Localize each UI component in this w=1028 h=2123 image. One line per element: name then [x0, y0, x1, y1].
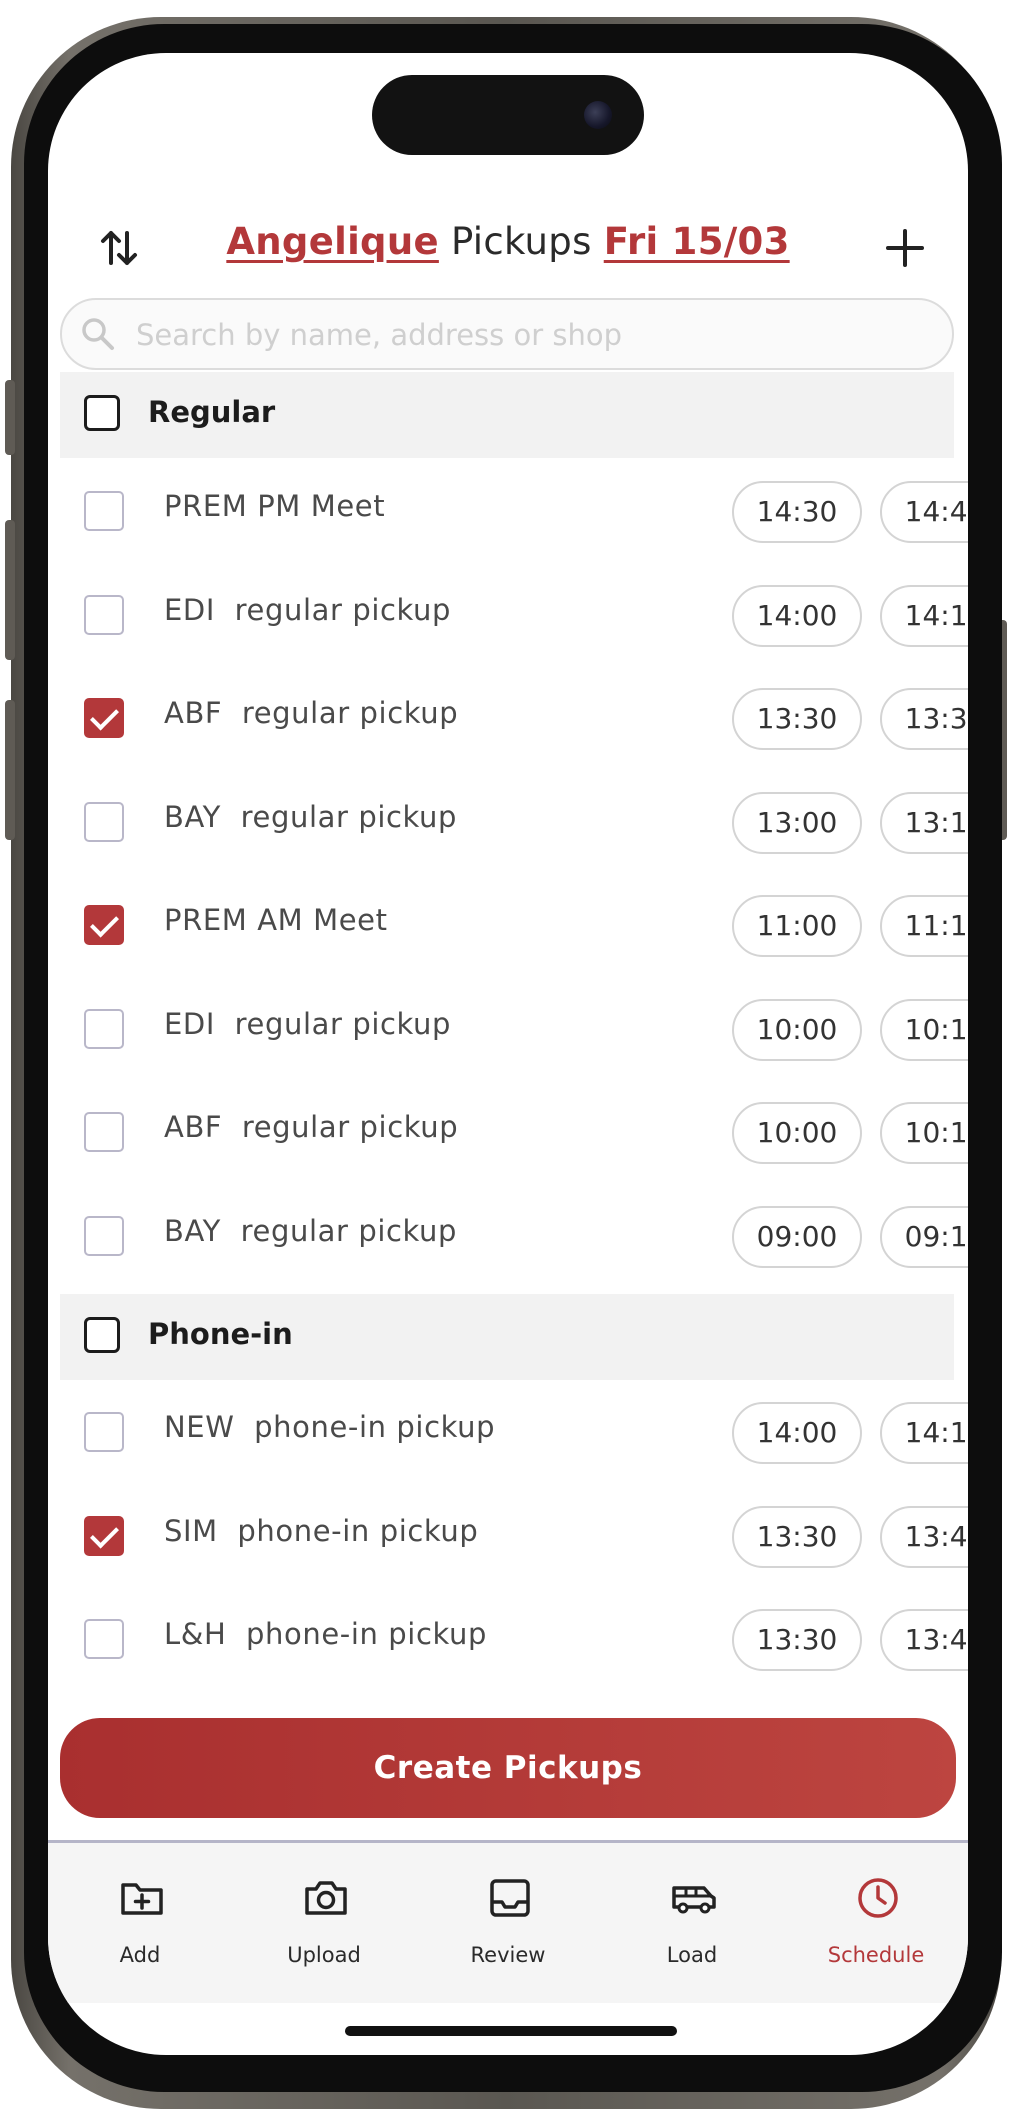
pickup-checkbox[interactable] [84, 1412, 124, 1452]
pickup-row[interactable]: SIM phone-in pickup 13:30 13:45 [60, 1484, 968, 1588]
pickup-label: EDI regular pickup [164, 1006, 452, 1041]
start-time-button[interactable]: 13:00 [732, 791, 862, 854]
pickup-checkbox[interactable] [84, 1215, 124, 1256]
pickup-checkbox[interactable] [84, 698, 124, 738]
end-time-button[interactable]: 13:45 [880, 1609, 968, 1671]
tab-label: Upload [287, 1943, 361, 1967]
camera-lens [584, 101, 612, 129]
tab-load[interactable]: Load [600, 1843, 784, 2003]
volume-down-button [5, 700, 15, 840]
pickup-checkbox[interactable] [84, 491, 124, 531]
pickup-checkbox[interactable] [84, 1112, 124, 1152]
pickup-row[interactable]: ABF regular pickup 13:30 13:30 [60, 666, 968, 770]
pickup-label: NEW phone-in pickup [164, 1410, 496, 1444]
pickup-label: EDI regular pickup [164, 592, 452, 627]
pickup-row[interactable]: BAY regular pickup 13:00 13:15 [60, 770, 968, 874]
create-pickups-button[interactable]: Create Pickups [60, 1718, 956, 1818]
tab-label: Schedule [827, 1943, 925, 1967]
start-time-button[interactable]: 14:30 [732, 481, 862, 543]
pickup-row[interactable]: BAY regular pickup 09:00 09:15 [60, 1184, 968, 1288]
start-time-button[interactable]: 13:30 [732, 688, 862, 750]
bottom-tab-bar: Add Upload Review Load Schedule [48, 1840, 968, 2003]
start-time-button[interactable]: 13:30 [732, 1505, 862, 1568]
pickup-checkbox[interactable] [84, 1619, 124, 1659]
tab-label: Load [666, 1943, 718, 1967]
pickup-row[interactable]: L&H phone-in pickup 13:30 13:45 [60, 1587, 968, 1691]
pickup-label: SIM phone-in pickup [164, 1513, 479, 1548]
end-time-button[interactable]: 13:15 [880, 791, 968, 854]
pickup-checkbox[interactable] [84, 594, 124, 635]
start-time-button[interactable]: 14:00 [732, 584, 862, 647]
home-indicator[interactable] [345, 2026, 677, 2036]
end-time-button[interactable]: 13:30 [880, 688, 968, 750]
clock-icon [858, 1878, 898, 1918]
pickup-label: L&H phone-in pickup [164, 1617, 487, 1651]
pickup-row[interactable]: NEW phone-in pickup 14:00 14:15 [60, 1380, 968, 1484]
pickup-row[interactable]: EDI regular pickup 14:00 14:15 [60, 563, 968, 667]
end-time-button[interactable]: 14:15 [880, 584, 968, 647]
volume-up-button [5, 520, 15, 660]
pickup-checkbox[interactable] [84, 905, 124, 945]
pickup-row[interactable]: PREM PM Meet 14:30 14:40 [60, 459, 968, 563]
app-screen: Angelique Pickups Fri 15/03 Regular PREM… [48, 53, 968, 2055]
pickup-label: BAY regular pickup [164, 799, 458, 834]
search-icon [82, 318, 114, 350]
inbox-icon [490, 1879, 530, 1917]
end-time-button[interactable]: 09:15 [880, 1205, 968, 1268]
end-time-button[interactable]: 14:40 [880, 481, 968, 543]
action-button [5, 380, 15, 455]
tab-upload[interactable]: Upload [232, 1843, 416, 2003]
start-time-button[interactable]: 10:00 [732, 1102, 862, 1164]
tab-label: Add [119, 1943, 161, 1967]
pickup-label: ABF regular pickup [164, 696, 459, 730]
end-time-button[interactable]: 10:15 [880, 998, 968, 1061]
camera-icon [305, 1881, 347, 1915]
end-time-button[interactable]: 10:15 [880, 1102, 968, 1164]
pickup-row[interactable]: EDI regular pickup 10:00 10:15 [60, 977, 968, 1081]
search-bar[interactable] [60, 298, 954, 370]
section-label: Regular [148, 395, 276, 429]
search-input[interactable] [134, 310, 918, 360]
tab-add[interactable]: Add [48, 1843, 232, 2003]
pickup-checkbox[interactable] [84, 801, 124, 842]
device-stage: Angelique Pickups Fri 15/03 Regular PREM… [0, 0, 1028, 2123]
tab-review[interactable]: Review [416, 1843, 600, 2003]
driver-name-link[interactable]: Angelique [226, 220, 439, 263]
start-time-button[interactable]: 10:00 [732, 998, 862, 1061]
section-header-regular: Regular [60, 372, 954, 458]
pickup-label: PREM PM Meet [164, 489, 386, 523]
van-icon [672, 1886, 716, 1914]
pickup-checkbox[interactable] [84, 1515, 124, 1556]
pickup-label: BAY regular pickup [164, 1213, 458, 1248]
section-checkbox-phone-in[interactable] [84, 1317, 120, 1353]
pickup-checkbox[interactable] [84, 1008, 124, 1049]
pickup-label: ABF regular pickup [164, 1110, 459, 1144]
tab-label: Review [470, 1943, 546, 1967]
pickup-row[interactable]: ABF regular pickup 10:00 10:15 [60, 1080, 968, 1184]
start-time-button[interactable]: 11:00 [732, 895, 862, 957]
section-header-phone-in: Phone-in [60, 1294, 954, 1380]
tab-schedule[interactable]: Schedule [784, 1843, 968, 2003]
start-time-button[interactable]: 14:00 [732, 1402, 862, 1464]
page-title: Angelique Pickups Fri 15/03 [48, 220, 968, 263]
end-time-button[interactable]: 13:45 [880, 1505, 968, 1568]
section-checkbox-regular[interactable] [84, 395, 120, 431]
end-time-button[interactable]: 11:10 [880, 895, 968, 957]
plus-icon[interactable] [882, 225, 928, 271]
title-word: Pickups [450, 220, 592, 263]
folder-plus-icon [121, 1883, 163, 1915]
start-time-button[interactable]: 09:00 [732, 1205, 862, 1268]
date-link[interactable]: Fri 15/03 [604, 220, 790, 263]
pickup-label: PREM AM Meet [164, 903, 388, 937]
dynamic-island [372, 75, 644, 155]
section-label: Phone-in [148, 1317, 293, 1351]
start-time-button[interactable]: 13:30 [732, 1609, 862, 1671]
end-time-button[interactable]: 14:15 [880, 1402, 968, 1464]
pickup-row[interactable]: PREM AM Meet 11:00 11:10 [60, 873, 968, 977]
